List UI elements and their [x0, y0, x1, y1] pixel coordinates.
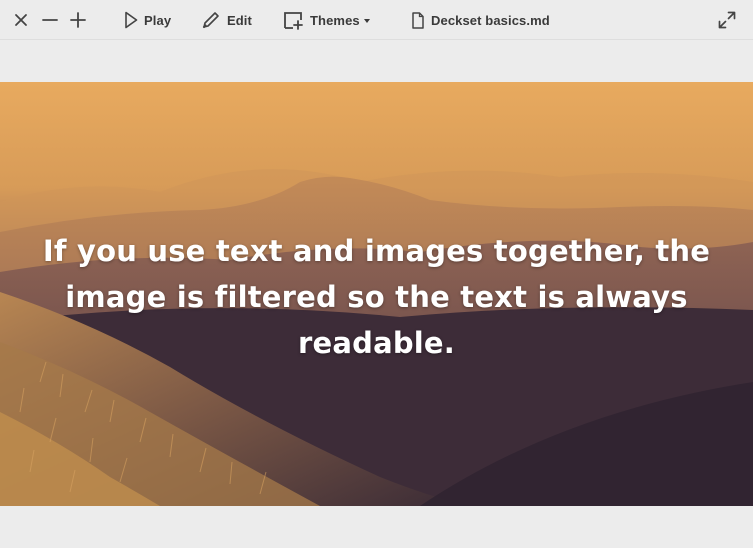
chevron-down-icon [363, 19, 370, 23]
deckset-window: Play Edit Themes Deckset basics.md If yo… [0, 0, 753, 548]
pencil-icon [201, 10, 221, 30]
plus-icon [70, 12, 86, 28]
document-title-label: Deckset basics.md [431, 12, 550, 28]
slide-text: If you use text and images together, the… [42, 234, 711, 360]
themes-dropdown[interactable]: Themes [283, 0, 370, 40]
fullscreen-button[interactable] [718, 0, 736, 40]
slide-preview[interactable]: If you use text and images together, the… [0, 82, 753, 506]
themes-label: Themes [310, 12, 360, 28]
play-label: Play [144, 12, 172, 28]
play-icon [124, 11, 138, 29]
close-button[interactable] [14, 0, 28, 40]
zoom-in-button[interactable] [70, 0, 86, 40]
document-icon [411, 11, 425, 29]
edit-label: Edit [227, 12, 252, 28]
close-icon [14, 13, 28, 27]
themes-icon [283, 11, 304, 30]
minus-icon [42, 13, 58, 27]
zoom-out-button[interactable] [42, 0, 58, 40]
edit-button[interactable]: Edit [201, 0, 252, 40]
document-title: Deckset basics.md [411, 0, 550, 40]
fullscreen-icon [718, 11, 736, 29]
play-button[interactable]: Play [124, 0, 171, 40]
toolbar: Play Edit Themes Deckset basics.md [0, 0, 753, 40]
